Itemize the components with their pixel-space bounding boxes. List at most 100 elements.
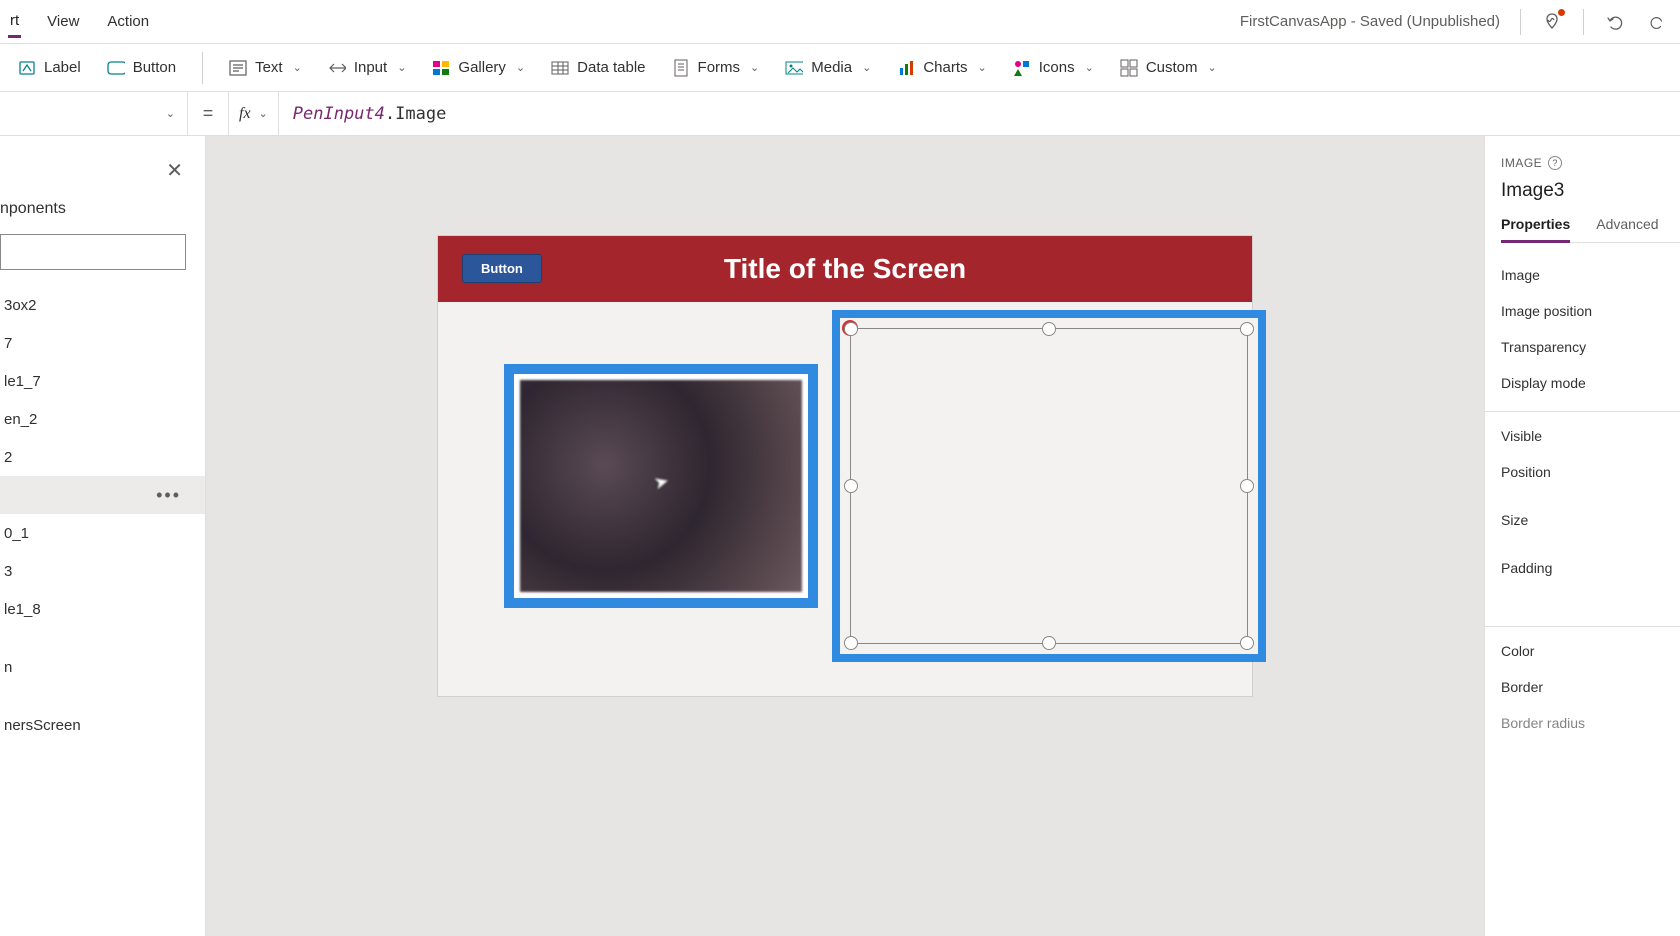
prop-image[interactable]: Image bbox=[1501, 257, 1680, 293]
tab-advanced[interactable]: Advanced bbox=[1596, 216, 1658, 242]
header-button[interactable]: Button bbox=[462, 254, 542, 283]
menu-action[interactable]: Action bbox=[105, 7, 151, 36]
health-icon[interactable] bbox=[1541, 11, 1563, 33]
more-icon[interactable]: ••• bbox=[156, 485, 181, 506]
label-text: Input bbox=[354, 59, 387, 76]
property-selector[interactable]: ⌄ bbox=[0, 92, 188, 135]
tree-item[interactable]: 3ox2 bbox=[0, 286, 205, 324]
tree-item[interactable]: 0_1 bbox=[0, 514, 205, 552]
label-text: Media bbox=[811, 59, 852, 76]
prop-visible[interactable]: Visible bbox=[1501, 418, 1680, 454]
formula-property: .Image bbox=[385, 104, 446, 124]
formula-object: PenInput4 bbox=[293, 104, 385, 124]
chevron-down-icon: ⌄ bbox=[862, 61, 871, 74]
prop-border[interactable]: Border bbox=[1501, 669, 1680, 705]
label-text: Forms bbox=[698, 59, 741, 76]
resize-handle[interactable] bbox=[844, 479, 858, 493]
label-text: Button bbox=[133, 59, 176, 76]
insert-forms-dropdown[interactable]: Forms⌄ bbox=[672, 59, 760, 77]
insert-gallery-dropdown[interactable]: Gallery⌄ bbox=[432, 59, 525, 77]
screen-title: Title of the Screen bbox=[724, 253, 966, 285]
tab-properties[interactable]: Properties bbox=[1501, 216, 1570, 243]
components-tab[interactable]: nponents bbox=[0, 200, 66, 218]
formula-input[interactable]: PenInput4.Image bbox=[279, 104, 1680, 124]
fx-button[interactable]: fx ⌄ bbox=[228, 92, 279, 135]
label-text: Text bbox=[255, 59, 283, 76]
resize-handle[interactable] bbox=[844, 636, 858, 650]
gallery-icon bbox=[432, 59, 450, 77]
insert-button-button[interactable]: Button bbox=[107, 59, 176, 77]
button-icon bbox=[107, 59, 125, 77]
prop-color[interactable]: Color bbox=[1501, 633, 1680, 669]
pen-input-control[interactable]: ➤ bbox=[504, 364, 818, 608]
chevron-down-icon: ⌄ bbox=[259, 107, 268, 120]
equals-sign: = bbox=[188, 103, 228, 124]
prop-display-mode[interactable]: Display mode bbox=[1501, 365, 1680, 401]
resize-handle[interactable] bbox=[844, 322, 858, 336]
chevron-down-icon: ⌄ bbox=[397, 61, 406, 74]
menu-view[interactable]: View bbox=[45, 7, 81, 36]
table-icon bbox=[551, 59, 569, 77]
resize-handle[interactable] bbox=[1042, 322, 1056, 336]
insert-charts-dropdown[interactable]: Charts⌄ bbox=[897, 59, 986, 77]
resize-handle[interactable] bbox=[1240, 636, 1254, 650]
tree-item-selected[interactable]: ••• bbox=[0, 476, 205, 514]
tree-item[interactable]: en_2 bbox=[0, 400, 205, 438]
chevron-down-icon: ⌄ bbox=[1208, 61, 1217, 74]
label-text: Custom bbox=[1146, 59, 1198, 76]
insert-media-dropdown[interactable]: Media ⌄ bbox=[785, 59, 871, 77]
control-type-label: IMAGE ? bbox=[1501, 156, 1680, 170]
prop-image-position[interactable]: Image position bbox=[1501, 293, 1680, 329]
label-text: Gallery bbox=[458, 59, 506, 76]
tree-item[interactable]: 7 bbox=[0, 324, 205, 362]
input-icon bbox=[328, 59, 346, 77]
tree-item[interactable]: 2 bbox=[0, 438, 205, 476]
resize-handle[interactable] bbox=[1240, 322, 1254, 336]
insert-datatable-button[interactable]: Data table bbox=[551, 59, 645, 77]
resize-handle[interactable] bbox=[1042, 636, 1056, 650]
app-screen[interactable]: Button Title of the Screen ➤ ✕ ⌄ bbox=[438, 236, 1252, 696]
insert-custom-dropdown[interactable]: Custom ⌄ bbox=[1120, 59, 1217, 77]
prop-padding[interactable]: Padding bbox=[1501, 550, 1680, 586]
tree-item[interactable]: 3 bbox=[0, 552, 205, 590]
tree-item[interactable]: n bbox=[0, 648, 205, 686]
insert-text-dropdown[interactable]: Text⌄ bbox=[229, 59, 302, 77]
menubar: rt View Action FirstCanvasApp - Saved (U… bbox=[0, 0, 1680, 44]
tree-item[interactable]: le1_8 bbox=[0, 590, 205, 628]
label-text: Icons bbox=[1039, 59, 1075, 76]
insert-input-dropdown[interactable]: Input ⌄ bbox=[328, 59, 407, 77]
prop-transparency[interactable]: Transparency bbox=[1501, 329, 1680, 365]
chevron-down-icon: ⌄ bbox=[166, 107, 175, 120]
menu-insert[interactable]: rt bbox=[8, 6, 21, 38]
label-icon bbox=[18, 59, 36, 77]
custom-icon bbox=[1120, 59, 1138, 77]
control-name[interactable]: Image3 bbox=[1501, 180, 1680, 202]
tree-list: 3ox2 7 le1_7 en_2 2 ••• 0_1 3 le1_8 n ne… bbox=[0, 286, 205, 744]
insert-icons-dropdown[interactable]: Icons⌄ bbox=[1013, 59, 1094, 77]
divider bbox=[1485, 411, 1680, 412]
formula-bar: ⌄ = fx ⌄ PenInput4.Image bbox=[0, 92, 1680, 136]
selection-bounds[interactable] bbox=[850, 328, 1248, 644]
insert-label-button[interactable]: Label bbox=[18, 59, 81, 77]
label-text: Charts bbox=[923, 59, 967, 76]
label-text: Label bbox=[44, 59, 81, 76]
image-control-selected[interactable]: ✕ ⌄ bbox=[832, 310, 1266, 662]
tree-item[interactable]: le1_7 bbox=[0, 362, 205, 400]
properties-panel: IMAGE ? Image3 Properties Advanced Image… bbox=[1484, 136, 1680, 936]
pen-canvas[interactable]: ➤ bbox=[520, 380, 802, 592]
tree-item[interactable]: nersScreen bbox=[0, 706, 205, 744]
fx-icon: fx bbox=[239, 105, 251, 123]
tree-search-input[interactable] bbox=[0, 234, 186, 270]
canvas-area[interactable]: Button Title of the Screen ➤ ✕ ⌄ bbox=[206, 136, 1484, 936]
close-icon[interactable]: ✕ bbox=[166, 158, 183, 183]
divider bbox=[1485, 626, 1680, 627]
help-icon[interactable]: ? bbox=[1548, 156, 1562, 170]
prop-border-radius[interactable]: Border radius bbox=[1501, 705, 1680, 741]
prop-position[interactable]: Position bbox=[1501, 454, 1680, 490]
undo-icon[interactable] bbox=[1604, 11, 1626, 33]
media-icon bbox=[785, 59, 803, 77]
resize-handle[interactable] bbox=[1240, 479, 1254, 493]
prop-size[interactable]: Size bbox=[1501, 502, 1680, 538]
ribbon-toolbar: Label Button Text⌄ Input⌄ Gallery⌄ Data … bbox=[0, 44, 1680, 92]
redo-icon[interactable] bbox=[1646, 11, 1668, 33]
